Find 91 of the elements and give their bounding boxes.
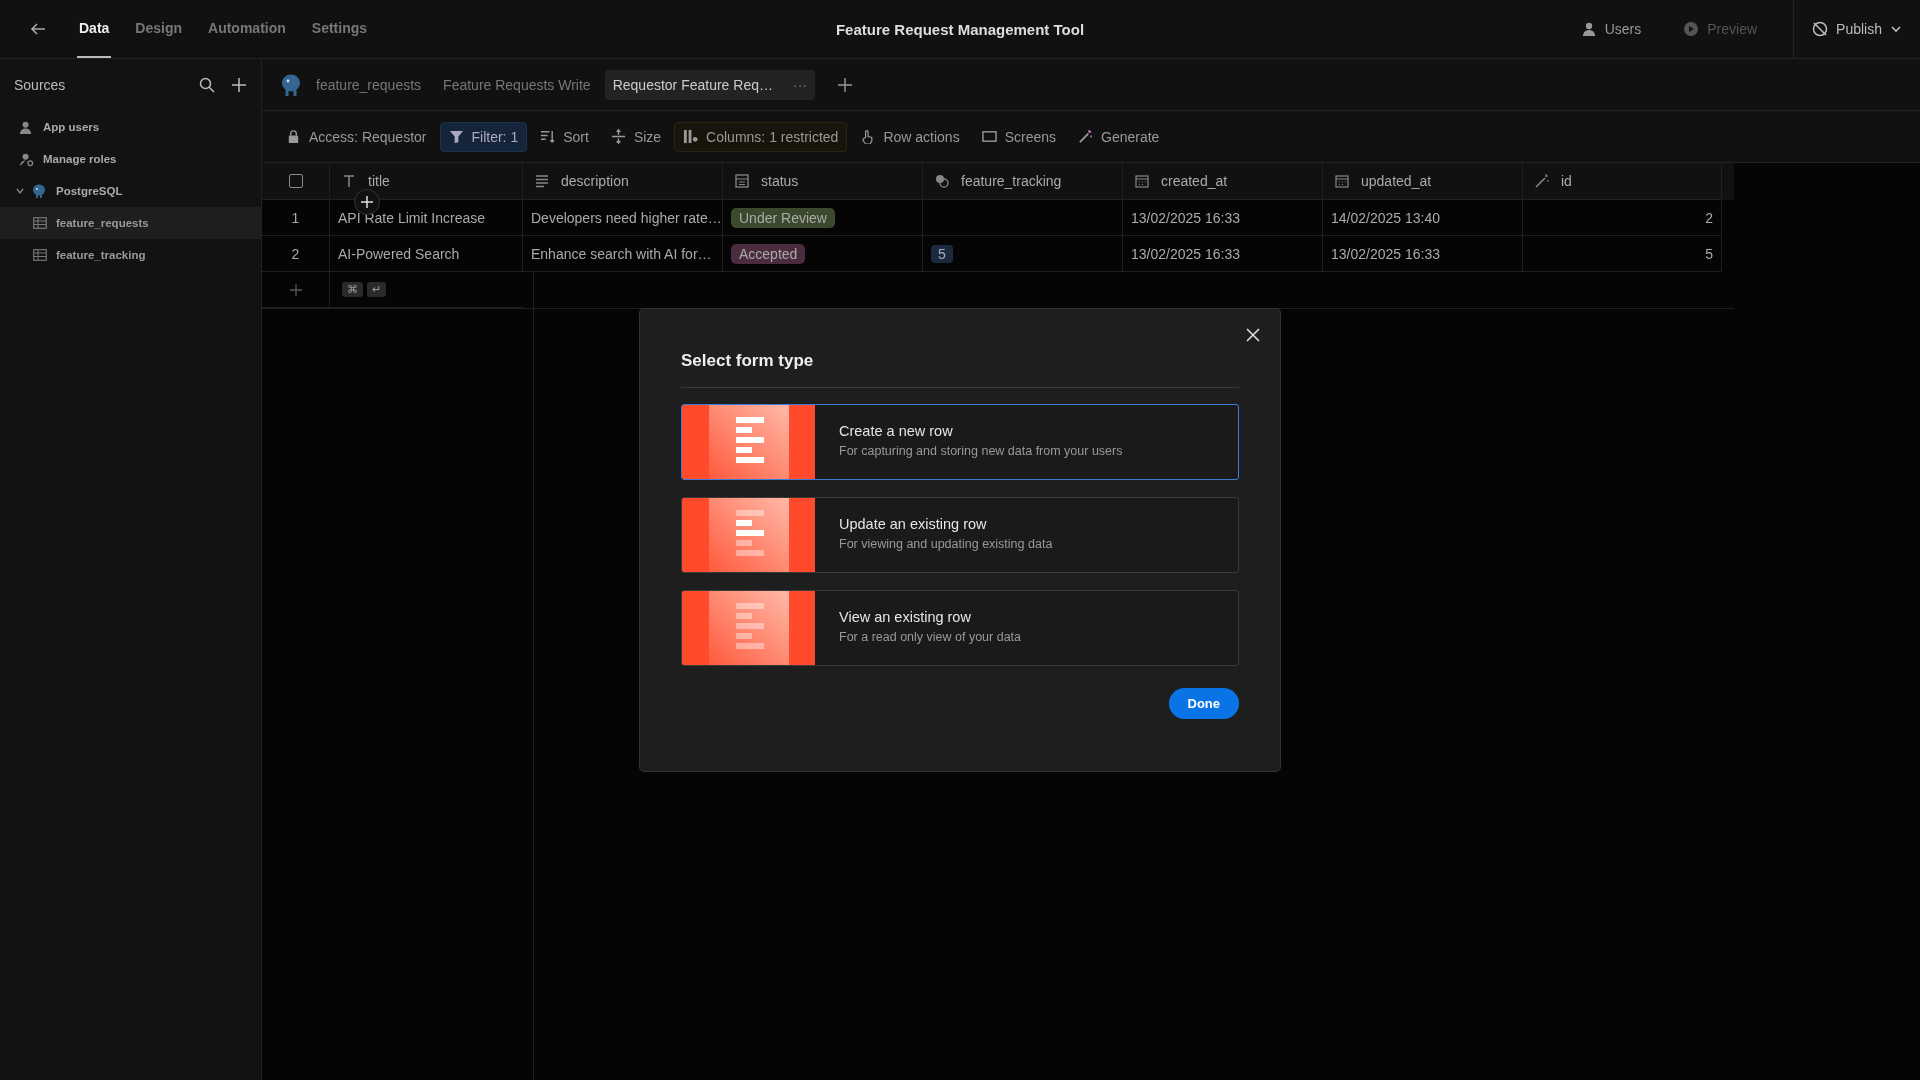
option-title: Create a new row	[839, 423, 954, 439]
user-icon	[19, 119, 34, 135]
paragraph-icon	[535, 174, 549, 188]
status-tag: Accepted	[731, 243, 806, 264]
sort-icon	[540, 129, 556, 144]
text-type-icon	[342, 174, 356, 188]
screen-icon	[981, 129, 997, 144]
table-cell: 13/02/2025 16:33	[1131, 209, 1240, 226]
sidebar-item[interactable]: PostgreSQL	[0, 175, 261, 207]
sources-heading: Sources	[14, 77, 66, 93]
resize-icon	[610, 129, 626, 144]
table-list-item[interactable]: feature_tracking	[0, 239, 261, 271]
row-number: 1	[262, 200, 330, 236]
table-cell: API Rate Limit Increase	[338, 209, 486, 226]
publish-button[interactable]: Publish	[1793, 0, 1920, 58]
table-cell: Enhance search with AI for…	[531, 245, 712, 262]
toolbar-button[interactable]: Access: Requestor	[277, 121, 436, 152]
toolbar-button[interactable]: Generate	[1069, 121, 1169, 152]
view-tab[interactable]: Requestor Feature Req… ···	[604, 69, 815, 100]
magic-wand-icon	[1535, 174, 1549, 188]
column-header[interactable]: description	[523, 163, 723, 200]
table-cell: 2	[1705, 209, 1713, 226]
column-header[interactable]: id	[1523, 163, 1722, 200]
calendar-icon	[1135, 174, 1149, 188]
nav-tab[interactable]: Design	[133, 0, 185, 58]
status-tag: Under Review	[731, 207, 835, 228]
form-illustration-icon	[708, 405, 789, 479]
option-description: For capturing and storing new data from your users	[839, 444, 1123, 458]
column-header[interactable]: updated_at	[1323, 163, 1523, 200]
toolbar-button[interactable]: Size	[601, 121, 671, 152]
view-tab[interactable]: feature_requests	[308, 69, 430, 100]
form-type-option[interactable]: Create a new row For capturing and storing new data from your users	[681, 404, 1239, 480]
toolbar-button[interactable]: Screens	[972, 121, 1065, 152]
view-tab[interactable]: Feature Requests Write	[435, 69, 599, 100]
add-icon[interactable]	[837, 76, 853, 93]
form-illustration-icon	[708, 498, 789, 572]
table-cell: 13/02/2025 16:33	[1331, 245, 1440, 262]
link-circles-icon	[935, 174, 949, 188]
form-type-option[interactable]: Update an existing row For viewing and updating existing data	[681, 497, 1239, 573]
keyboard-key: ⌘	[342, 282, 363, 297]
table-icon	[33, 217, 47, 229]
table-cell: Developers need higher rate…	[531, 209, 722, 226]
column-header[interactable]: status	[723, 163, 923, 200]
close-icon[interactable]	[1246, 328, 1260, 342]
keyboard-key: ↵	[367, 282, 386, 297]
column-header[interactable]: created_at	[1123, 163, 1323, 200]
chevron-icon[interactable]	[15, 186, 25, 196]
nav-tab[interactable]: Automation	[206, 0, 288, 58]
play-icon	[1683, 21, 1700, 37]
filter-icon	[448, 129, 464, 144]
add-icon[interactable]	[231, 77, 247, 93]
nav-tab[interactable]: Settings	[309, 0, 370, 58]
table-cell: 13/02/2025 16:33	[1131, 245, 1240, 262]
user-icon	[1580, 21, 1597, 37]
database-icon	[280, 72, 302, 97]
select-all-checkbox[interactable]	[288, 174, 303, 188]
sidebar-item[interactable]: App users	[0, 111, 261, 143]
option-description: For viewing and updating existing data	[839, 537, 1053, 551]
done-button[interactable]: Done	[1168, 688, 1239, 719]
elephant-icon	[31, 183, 47, 199]
option-description: For a read only view of your data	[839, 630, 1022, 644]
topbar-button[interactable]: Users	[1574, 20, 1648, 38]
lock-icon	[286, 129, 301, 144]
list-box-icon	[735, 174, 749, 188]
row-number: 2	[262, 236, 330, 272]
option-title: View an existing row	[839, 609, 972, 625]
sidebar-item[interactable]: Manage roles	[0, 143, 261, 175]
more-icon[interactable]: ···	[793, 76, 807, 93]
columns-icon	[683, 129, 699, 144]
toolbar-button[interactable]: Filter: 1	[439, 121, 528, 152]
form-type-option[interactable]: View an existing row For a read only view of your data	[681, 590, 1239, 666]
table-cell: AI-Powered Search	[338, 245, 460, 262]
chevron-down-icon	[1890, 23, 1902, 35]
table-cell: 14/02/2025 13:40	[1331, 209, 1440, 226]
toolbar-button[interactable]: Sort	[531, 121, 598, 152]
linked-record-tag[interactable]: 5	[931, 244, 953, 263]
dialog-title: Select form type	[681, 351, 815, 371]
user-gear-icon	[19, 151, 34, 167]
app-title: Feature Request Management Tool	[835, 20, 1085, 38]
toolbar-button[interactable]: Columns: 1 restricted	[674, 121, 848, 152]
table-cell: 5	[1705, 245, 1713, 262]
option-title: Update an existing row	[839, 516, 988, 532]
calendar-icon	[1335, 174, 1349, 188]
magic-wand-icon	[1078, 129, 1093, 144]
table-icon	[33, 249, 47, 261]
toolbar-button[interactable]: Row actions	[851, 121, 969, 152]
table-list-item[interactable]: feature_requests	[0, 207, 261, 239]
form-illustration-icon	[708, 591, 789, 665]
column-header[interactable]: feature_tracking	[923, 163, 1123, 200]
plus-icon	[361, 196, 373, 208]
search-icon[interactable]	[199, 77, 215, 93]
